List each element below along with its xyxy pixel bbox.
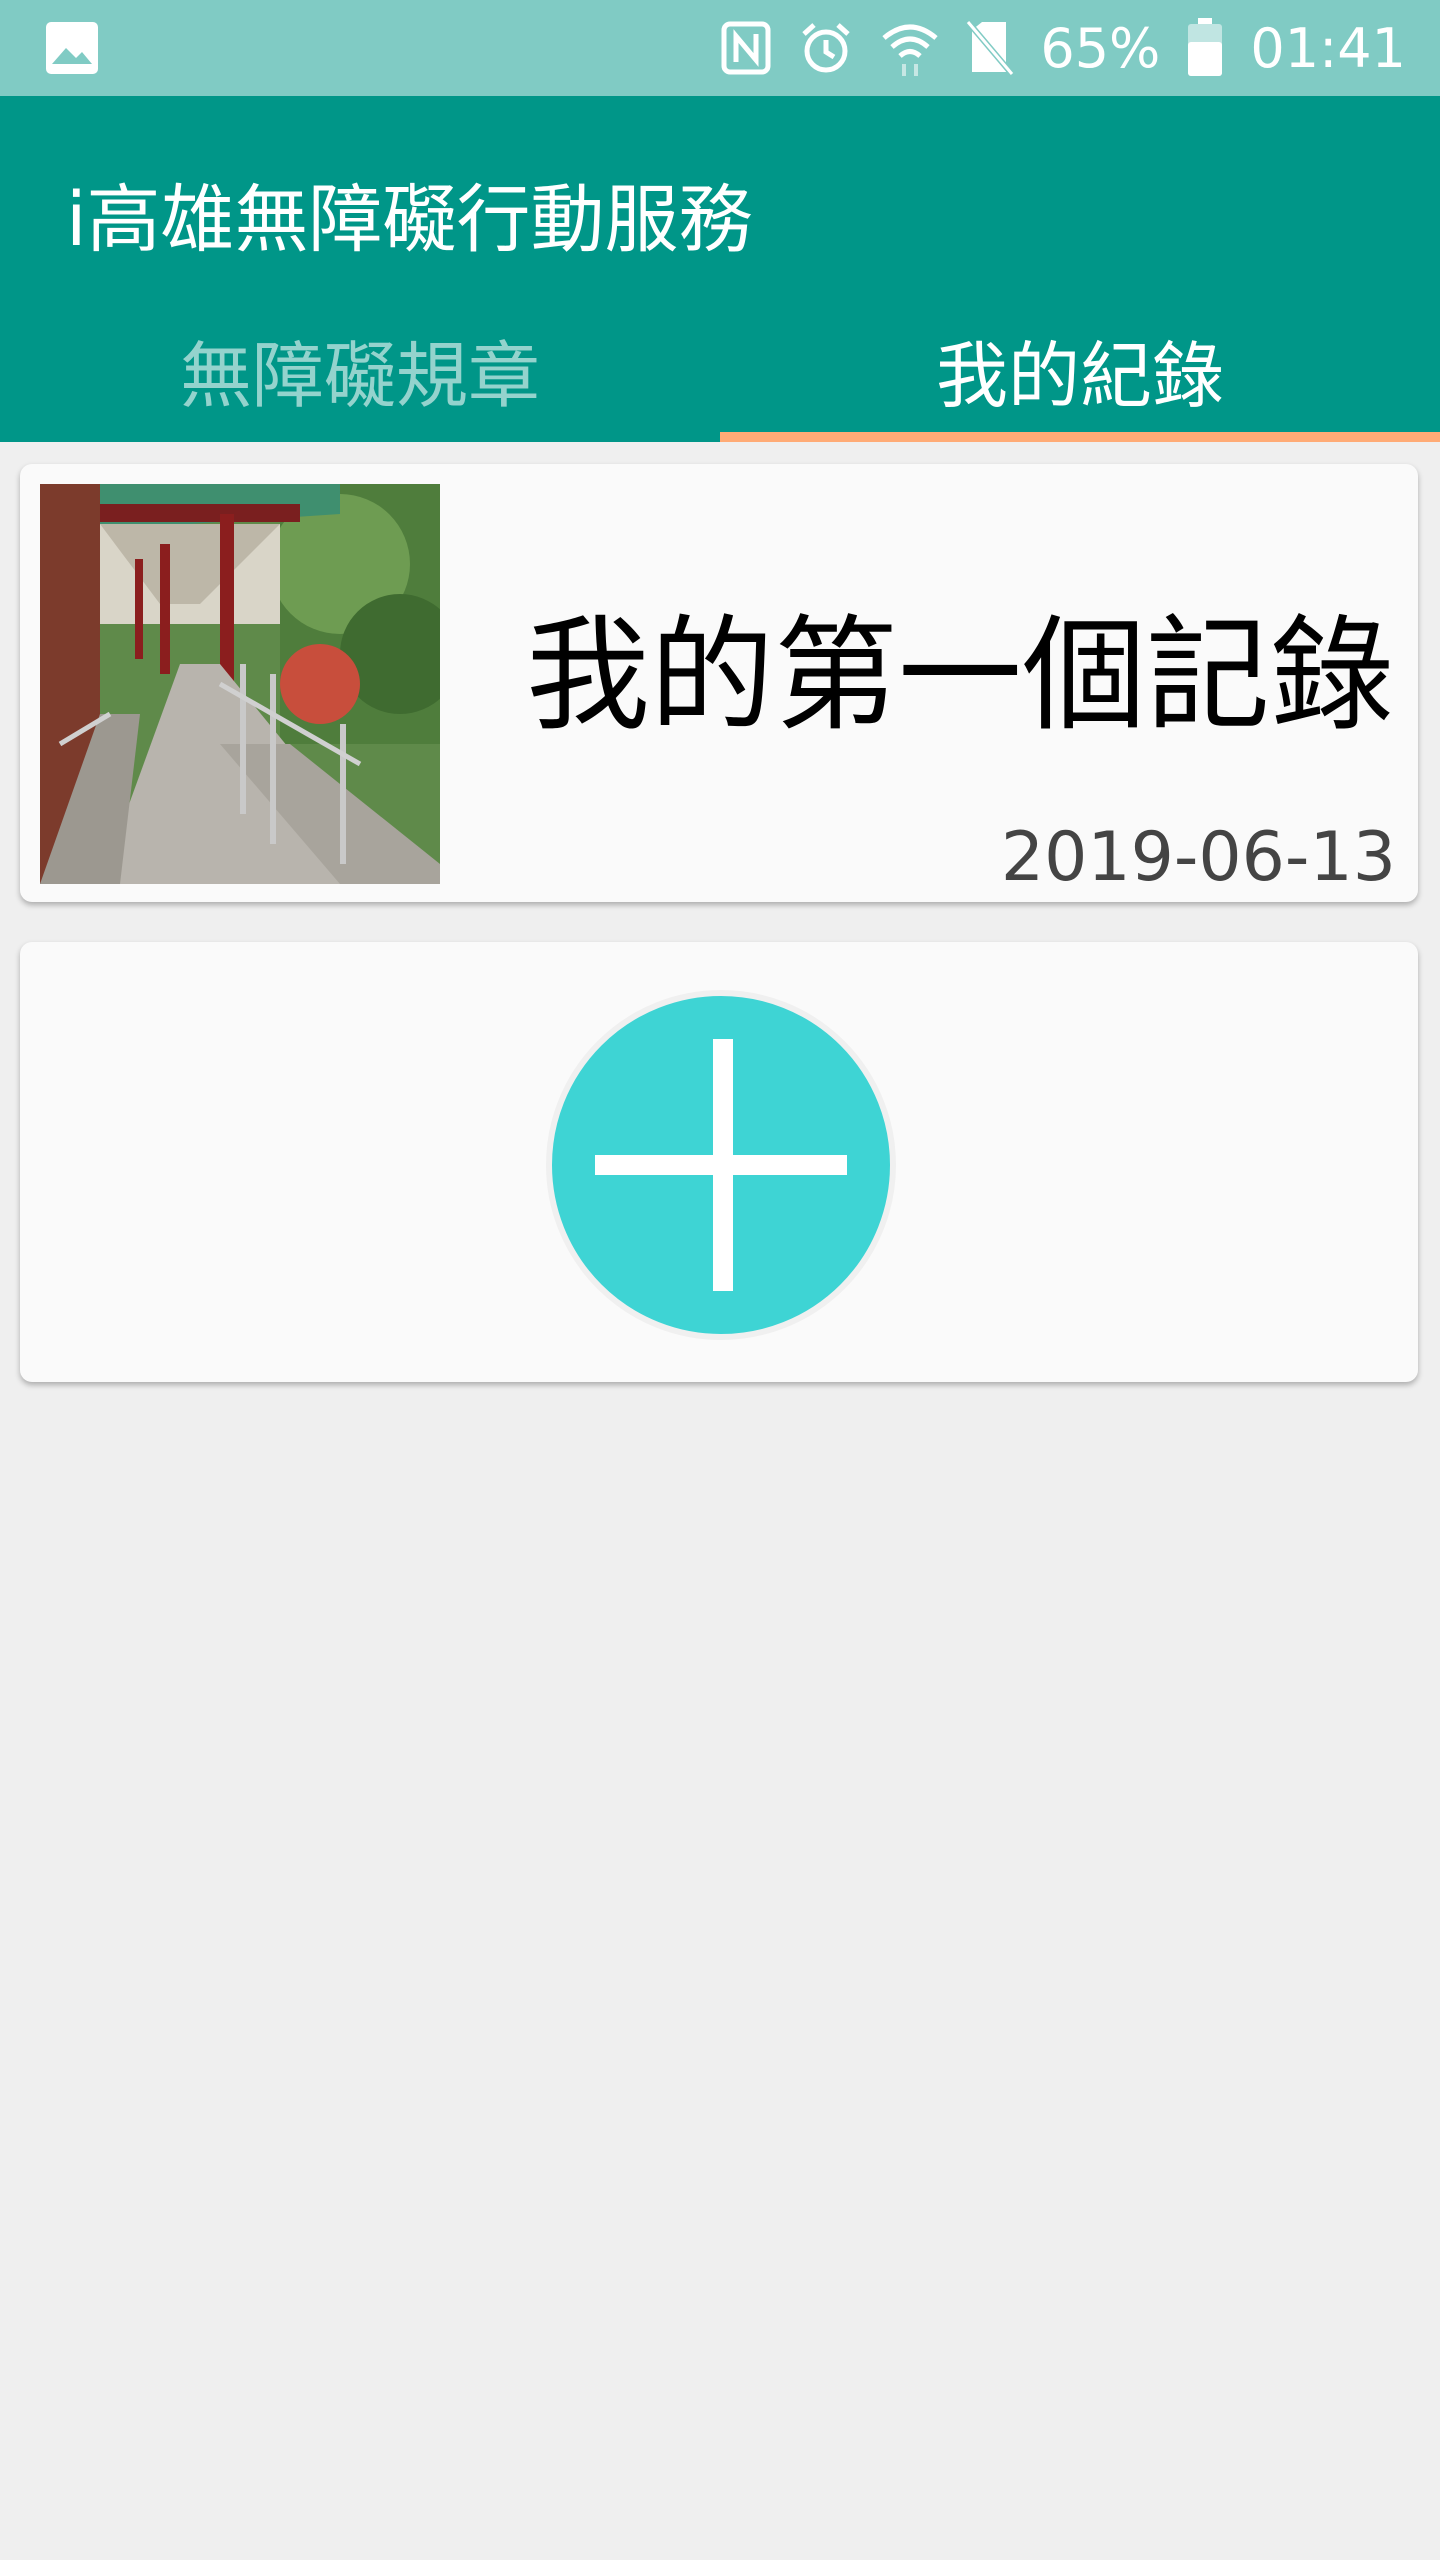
record-date: 2019-06-13 [1000, 818, 1396, 897]
add-record-button[interactable] [546, 990, 896, 1340]
record-card[interactable]: 我的第一個記錄 2019-06-13 [20, 464, 1418, 902]
battery-percent: 65% [1040, 16, 1161, 80]
alarm-icon [802, 23, 851, 73]
tab-accessibility-rules[interactable]: 無障礙規章 [0, 296, 720, 442]
gallery-icon [46, 22, 98, 74]
battery-icon [1188, 18, 1223, 76]
wifi-icon [882, 24, 938, 76]
add-record-card [20, 942, 1418, 1382]
app-title: i高雄無障礙行動服務 [66, 177, 753, 263]
plus-icon [595, 1039, 847, 1291]
app-bar: i高雄無障礙行動服務 無障礙規章 我的紀錄 [0, 96, 1440, 442]
record-thumbnail [40, 484, 440, 884]
status-bar: 65% 01:41 [0, 0, 1440, 96]
tab-my-records[interactable]: 我的紀錄 [720, 296, 1440, 442]
no-sim-icon [966, 20, 1015, 76]
tab-indicator [720, 432, 1440, 442]
clock: 01:41 [1250, 16, 1406, 80]
record-title: 我的第一個記錄 [525, 604, 1394, 748]
nfc-icon [721, 21, 771, 75]
